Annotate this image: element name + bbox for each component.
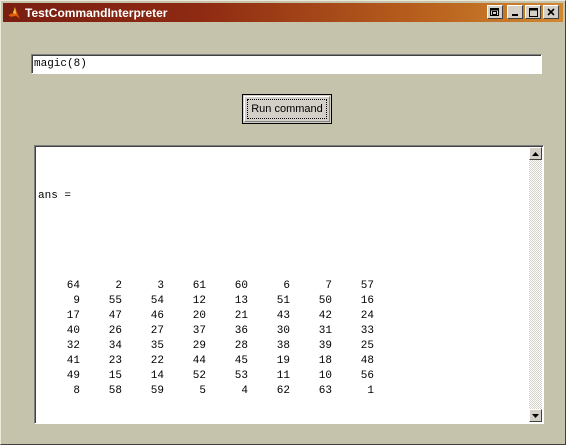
matrix-row: 40 26 27 37 36 30 31 33 (38, 324, 526, 339)
matrix-cell: 55 (108, 295, 122, 307)
matrix-row: 32 34 35 29 28 38 39 25 (38, 339, 526, 354)
matrix-cell: 39 (318, 340, 332, 352)
matrix-cell: 11 (276, 370, 290, 382)
close-icon[interactable] (543, 5, 559, 19)
matrix-cell: 48 (360, 355, 374, 367)
matrix-cell: 19 (276, 355, 290, 367)
matrix-cell: 47 (108, 310, 122, 322)
matrix-cell: 54 (150, 295, 164, 307)
matrix-cell: 25 (360, 340, 374, 352)
matrix-cell: 38 (276, 340, 290, 352)
matrix-cell: 53 (234, 370, 248, 382)
title-bar[interactable]: TestCommandInterpreter (3, 3, 563, 22)
matrix-cell: 52 (192, 370, 206, 382)
matrix-cell: 30 (276, 325, 290, 337)
matrix-cell: 16 (360, 295, 374, 307)
output-content: ans = 64 2 3 61 60 6 7 57 9 55 54 12 13 51 50 16 17 47 46 2… (38, 159, 526, 429)
run-command-label: Run command (251, 103, 323, 115)
matrix-row: 8 58 59 5 4 62 63 1 (38, 384, 526, 399)
matrix-cell: 23 (108, 355, 122, 367)
matrix-cell: 27 (150, 325, 164, 337)
matrix-cell: 5 (199, 385, 206, 397)
scroll-up-arrow-icon[interactable] (529, 147, 542, 160)
matrix-cell: 7 (325, 280, 332, 292)
matrix-cell: 13 (234, 295, 248, 307)
matrix-cell: 35 (150, 340, 164, 352)
matrix-cell: 45 (234, 355, 248, 367)
scroll-down-arrow-icon[interactable] (529, 409, 542, 422)
restore-icon[interactable] (487, 5, 503, 19)
matrix-cell: 33 (360, 325, 374, 337)
matrix-cell: 6 (283, 280, 290, 292)
matrix-cell: 26 (108, 325, 122, 337)
matrix-cell: 62 (276, 385, 290, 397)
matrix-cell: 1 (367, 385, 374, 397)
matrix-cell: 18 (318, 355, 332, 367)
matrix-cell: 51 (276, 295, 290, 307)
matrix-cell: 20 (192, 310, 206, 322)
vertical-scrollbar[interactable] (529, 147, 542, 422)
matrix-cell: 43 (276, 310, 290, 322)
matrix-cell: 8 (73, 385, 80, 397)
matrix-cell: 31 (318, 325, 332, 337)
matrix-row: 9 55 54 12 13 51 50 16 (38, 294, 526, 309)
matlab-logo-icon[interactable] (6, 5, 22, 21)
matrix-row: 41 23 22 44 45 19 18 48 (38, 354, 526, 369)
matrix-cell: 21 (234, 310, 248, 322)
matrix-row: 49 15 14 52 53 11 10 56 (38, 369, 526, 384)
title-buttons (485, 5, 559, 19)
matrix-cell: 49 (66, 370, 80, 382)
matrix-cell: 37 (192, 325, 206, 337)
matrix-cell: 14 (150, 370, 164, 382)
command-input[interactable] (31, 54, 542, 74)
matrix-cell: 34 (108, 340, 122, 352)
maximize-icon[interactable] (525, 5, 541, 19)
matrix-cell: 2 (115, 280, 122, 292)
matrix-cell: 40 (66, 325, 80, 337)
matrix-cell: 57 (360, 280, 374, 292)
matrix-cell: 59 (150, 385, 164, 397)
matrix-cell: 61 (192, 280, 206, 292)
output-header: ans = (38, 190, 72, 202)
minimize-icon[interactable] (507, 5, 523, 19)
matrix-cell: 42 (318, 310, 332, 322)
matrix-cell: 41 (66, 355, 80, 367)
matrix-cell: 60 (234, 280, 248, 292)
window-title: TestCommandInterpreter (25, 5, 168, 20)
app-window: TestCommandInterpreter Run comm (0, 0, 566, 445)
matrix-cell: 46 (150, 310, 164, 322)
matrix-cell: 64 (66, 280, 80, 292)
matrix-cell: 28 (234, 340, 248, 352)
matrix-cell: 44 (192, 355, 206, 367)
matrix-cell: 12 (192, 295, 206, 307)
matrix-cell: 32 (66, 340, 80, 352)
matrix-cell: 63 (318, 385, 332, 397)
run-command-button[interactable]: Run command (242, 94, 332, 124)
matrix-output: 64 2 3 61 60 6 7 57 9 55 54 12 13 51 50 16 17 47 46 20 21 43 4… (38, 279, 526, 399)
matrix-cell: 3 (157, 280, 164, 292)
matrix-cell: 17 (66, 310, 80, 322)
matrix-cell: 29 (192, 340, 206, 352)
matrix-cell: 56 (360, 370, 374, 382)
matrix-cell: 24 (360, 310, 374, 322)
matrix-row: 64 2 3 61 60 6 7 57 (38, 279, 526, 294)
matrix-cell: 50 (318, 295, 332, 307)
matrix-cell: 15 (108, 370, 122, 382)
output-textarea[interactable]: ans = 64 2 3 61 60 6 7 57 9 55 54 12 13 51 50 16 17 47 46 2… (34, 145, 544, 424)
matrix-cell: 36 (234, 325, 248, 337)
matrix-cell: 10 (318, 370, 332, 382)
matrix-cell: 4 (241, 385, 248, 397)
matrix-row: 17 47 46 20 21 43 42 24 (38, 309, 526, 324)
matrix-cell: 9 (73, 295, 80, 307)
matrix-cell: 22 (150, 355, 164, 367)
matrix-cell: 58 (108, 385, 122, 397)
